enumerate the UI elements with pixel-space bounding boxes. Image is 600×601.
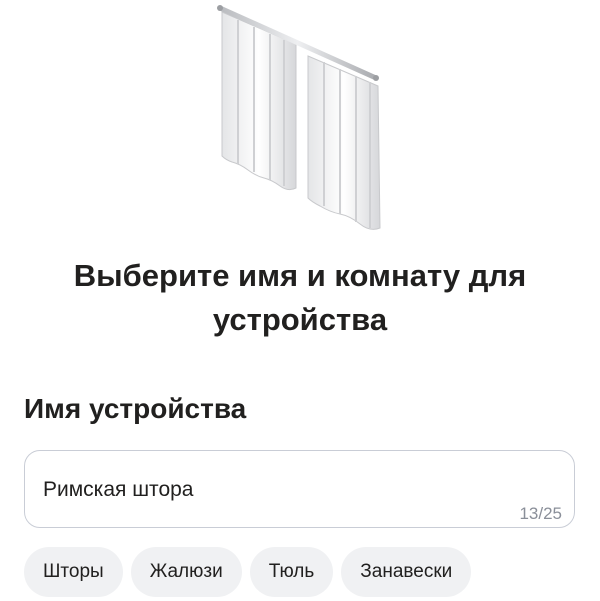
suggestion-chip[interactable]: Жалюзи bbox=[130, 547, 242, 597]
suggestion-chip[interactable]: Шторы bbox=[24, 547, 123, 597]
device-name-label: Имя устройства bbox=[24, 393, 247, 424]
curtain-icon bbox=[200, 0, 400, 235]
device-name-field[interactable]: 13/25 bbox=[24, 450, 575, 528]
page-title-line-2: устройства bbox=[212, 302, 388, 337]
suggestion-chip[interactable]: Занавески bbox=[341, 547, 472, 597]
device-setup-screen: Выберите имя и комнату для устройства Им… bbox=[0, 0, 600, 601]
device-name-input[interactable] bbox=[43, 475, 483, 505]
page-title-line-1: Выберите имя и комнату для bbox=[73, 258, 527, 293]
name-suggestions: Шторы Жалюзи Тюль Занавески bbox=[24, 547, 472, 597]
page-title: Выберите имя и комнату для устройства bbox=[0, 254, 600, 342]
suggestion-chip[interactable]: Тюль bbox=[249, 547, 334, 597]
character-counter: 13/25 bbox=[519, 504, 562, 523]
